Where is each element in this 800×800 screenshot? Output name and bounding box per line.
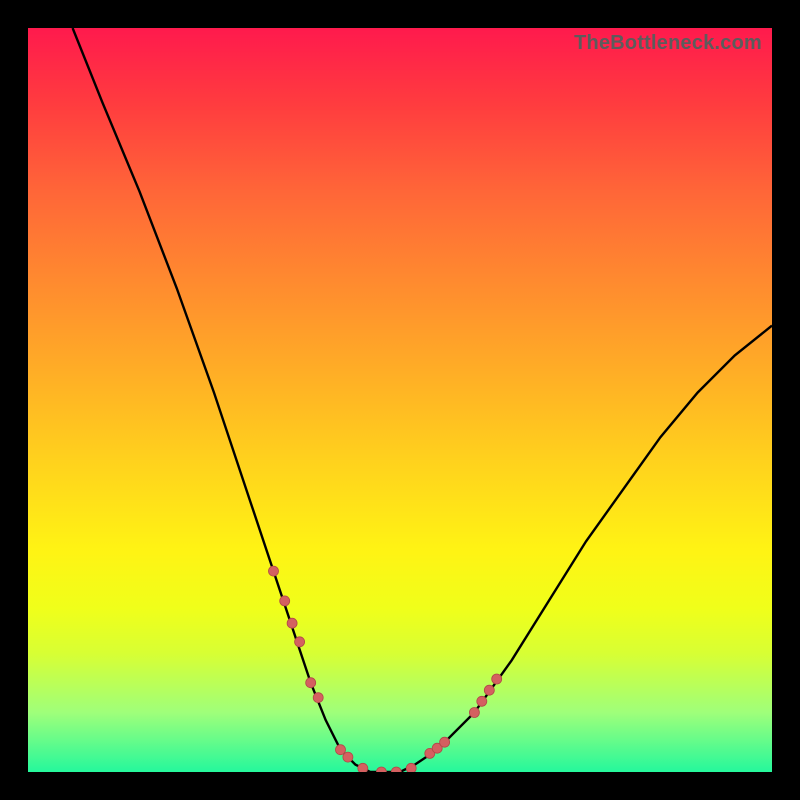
marker-point (477, 696, 487, 706)
marker-point (391, 767, 401, 772)
bottleneck-curve (73, 28, 772, 772)
marker-point (306, 678, 316, 688)
marker-point (469, 708, 479, 718)
plot-area: TheBottleneck.com (28, 28, 772, 772)
marker-point (358, 763, 368, 772)
marker-point (343, 752, 353, 762)
marker-point (440, 737, 450, 747)
marker-point (484, 685, 494, 695)
outer-frame: TheBottleneck.com (0, 0, 800, 800)
marker-point (492, 674, 502, 684)
marker-point (406, 763, 416, 772)
marker-point (269, 566, 279, 576)
chart-svg (28, 28, 772, 772)
marker-point (287, 618, 297, 628)
marker-point (336, 745, 346, 755)
marker-point (376, 767, 386, 772)
marker-group (269, 566, 502, 772)
marker-point (280, 596, 290, 606)
marker-point (295, 637, 305, 647)
marker-point (313, 693, 323, 703)
